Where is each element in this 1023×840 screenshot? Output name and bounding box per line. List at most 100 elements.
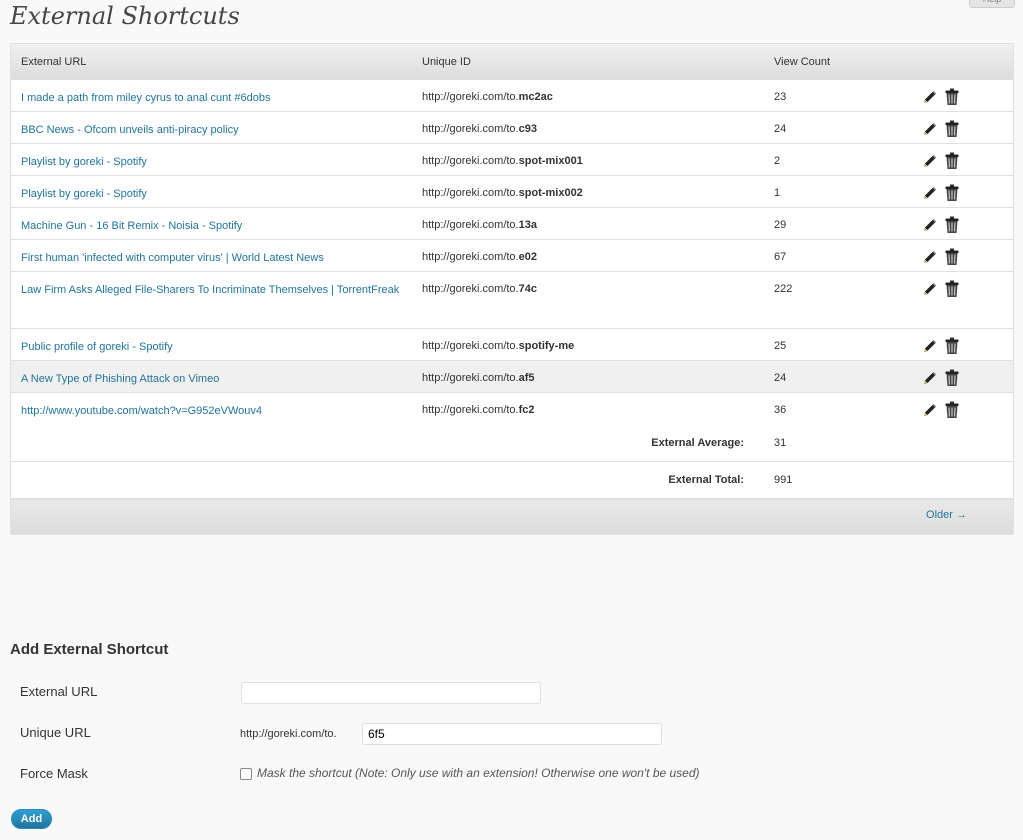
unique-id-prefix: http://goreki.com/to.	[422, 123, 519, 135]
unique-url-label: Unique URL	[20, 725, 91, 740]
edit-pencil-icon[interactable]	[922, 121, 938, 140]
view-count: 2	[764, 143, 912, 176]
table-row: BBC News - Ofcom unveils anti-piracy pol…	[11, 111, 1013, 144]
external-url-link[interactable]: Public profile of goreki - Spotify	[21, 341, 173, 353]
edit-pencil-icon[interactable]	[922, 249, 938, 268]
unique-id-cell: http://goreki.com/to.13a	[412, 207, 764, 240]
table-row: Law Firm Asks Alleged File-Sharers To In…	[11, 271, 1013, 329]
table-row: I made a path from miley cyrus to anal c…	[11, 80, 1013, 112]
delete-trash-icon[interactable]	[944, 369, 960, 390]
external-url-link[interactable]: Law Firm Asks Alleged File-Sharers To In…	[21, 284, 399, 296]
total-value: 991	[764, 461, 912, 499]
view-count: 24	[764, 360, 912, 393]
unique-id-slug: mc2ac	[518, 91, 553, 103]
edit-pencil-icon[interactable]	[922, 153, 938, 172]
edit-pencil-icon[interactable]	[922, 185, 938, 204]
view-count: 67	[764, 239, 912, 272]
edit-pencil-icon[interactable]	[922, 370, 938, 389]
pagination-row: Older →	[11, 498, 1013, 534]
older-link[interactable]: Older →	[926, 509, 967, 521]
view-count: 36	[764, 392, 912, 425]
external-url-link[interactable]: Playlist by goreki - Spotify	[21, 156, 147, 168]
column-header-external-url[interactable]: External URL	[11, 44, 412, 80]
table-row: Playlist by goreki - Spotify http://gorek…	[11, 143, 1013, 176]
force-mask-note: Mask the shortcut (Note: Only use with a…	[257, 766, 700, 780]
edit-pencil-icon[interactable]	[922, 281, 938, 300]
unique-id-slug: c93	[518, 123, 537, 135]
external-url-link[interactable]: http://www.youtube.com/watch?v=G952eVWou…	[21, 405, 262, 417]
delete-trash-icon[interactable]	[944, 120, 960, 141]
shortcuts-table: External URL Unique ID View Count I made…	[10, 43, 1014, 535]
external-url-link[interactable]: First human 'infected with computer viru…	[21, 252, 324, 264]
force-mask-label: Force Mask	[20, 766, 88, 781]
unique-id-prefix: http://goreki.com/to.	[422, 251, 519, 263]
unique-url-input[interactable]	[362, 723, 662, 745]
edit-pencil-icon[interactable]	[922, 402, 938, 421]
add-form-title: Add External Shortcut	[10, 641, 169, 658]
unique-id-slug: af5	[518, 372, 535, 384]
view-count: 25	[764, 328, 912, 361]
view-count: 29	[764, 207, 912, 240]
unique-id-prefix: http://goreki.com/to.	[422, 404, 519, 416]
force-mask-checkbox[interactable]	[240, 768, 252, 780]
table-row: Public profile of goreki - Spotify http:/…	[11, 328, 1013, 361]
delete-trash-icon[interactable]	[944, 337, 960, 358]
unique-id-slug: spotify-me	[518, 340, 575, 352]
table-row: Machine Gun - 16 Bit Remix - Noisia - Sp…	[11, 207, 1013, 240]
average-label: External Average:	[651, 436, 744, 449]
delete-trash-icon[interactable]	[944, 280, 960, 301]
edit-pencil-icon[interactable]	[922, 217, 938, 236]
unique-url-prefix: http://goreki.com/to.	[240, 728, 337, 740]
external-url-link[interactable]: I made a path from miley cyrus to anal c…	[21, 92, 270, 104]
external-url-link[interactable]: BBC News - Ofcom unveils anti-piracy pol…	[21, 124, 239, 136]
external-url-link[interactable]: Machine Gun - 16 Bit Remix - Noisia - Sp…	[21, 220, 242, 232]
delete-trash-icon[interactable]	[944, 184, 960, 205]
view-count: 24	[764, 111, 912, 144]
table-row: A New Type of Phishing Attack on Vimeo ht…	[11, 360, 1013, 393]
column-header-unique-id[interactable]: Unique ID	[412, 44, 764, 80]
unique-id-slug: 74c	[518, 283, 537, 295]
table-row: http://www.youtube.com/watch?v=G952eVWou…	[11, 392, 1013, 425]
column-header-actions	[912, 44, 1013, 80]
delete-trash-icon[interactable]	[944, 216, 960, 237]
view-count: 222	[764, 271, 912, 329]
delete-trash-icon[interactable]	[944, 248, 960, 269]
external-url-link[interactable]: Playlist by goreki - Spotify	[21, 188, 147, 200]
unique-id-prefix: http://goreki.com/to.	[422, 283, 519, 295]
unique-id-prefix: http://goreki.com/to.	[422, 155, 519, 167]
unique-id-cell: http://goreki.com/to.spot-mix001	[412, 143, 764, 176]
page-title: External Shortcuts	[10, 2, 240, 30]
table-header-row: External URL Unique ID View Count	[11, 44, 1013, 80]
unique-id-cell: http://goreki.com/to.spot-mix002	[412, 175, 764, 208]
unique-id-slug: spot-mix001	[518, 155, 583, 167]
external-url-link[interactable]: A New Type of Phishing Attack on Vimeo	[21, 373, 219, 385]
unique-id-slug: spot-mix002	[518, 187, 583, 199]
unique-id-slug: fc2	[518, 404, 535, 416]
unique-id-cell: http://goreki.com/to.af5	[412, 360, 764, 393]
external-url-input[interactable]	[241, 682, 541, 704]
delete-trash-icon[interactable]	[944, 401, 960, 422]
view-count: 1	[764, 175, 912, 208]
total-label: External Total:	[11, 461, 764, 499]
unique-id-slug: e02	[518, 251, 537, 263]
average-row: External Average: 31	[11, 425, 1013, 462]
unique-id-prefix: http://goreki.com/to.	[422, 91, 519, 103]
unique-id-cell: http://goreki.com/to.fc2	[412, 392, 764, 425]
unique-id-cell: http://goreki.com/to.e02	[412, 239, 764, 272]
edit-pencil-icon[interactable]	[922, 89, 938, 108]
unique-id-prefix: http://goreki.com/to.	[422, 219, 519, 231]
edit-pencil-icon[interactable]	[922, 338, 938, 357]
unique-id-cell: http://goreki.com/to.mc2ac	[412, 80, 764, 112]
table-row: Playlist by goreki - Spotify http://gorek…	[11, 175, 1013, 208]
unique-id-prefix: http://goreki.com/to.	[422, 187, 519, 199]
column-header-view-count[interactable]: View Count	[764, 44, 912, 80]
delete-trash-icon[interactable]	[944, 88, 960, 109]
unique-id-prefix: http://goreki.com/to.	[422, 372, 519, 384]
help-tab[interactable]: Help	[969, 0, 1015, 8]
delete-trash-icon[interactable]	[944, 152, 960, 173]
total-row: External Total: 991	[11, 461, 1013, 499]
add-button[interactable]: Add	[11, 809, 52, 829]
unique-id-cell: http://goreki.com/to.c93	[412, 111, 764, 144]
table-row: First human 'infected with computer viru…	[11, 239, 1013, 272]
unique-id-cell: http://goreki.com/to.74c	[412, 271, 764, 329]
